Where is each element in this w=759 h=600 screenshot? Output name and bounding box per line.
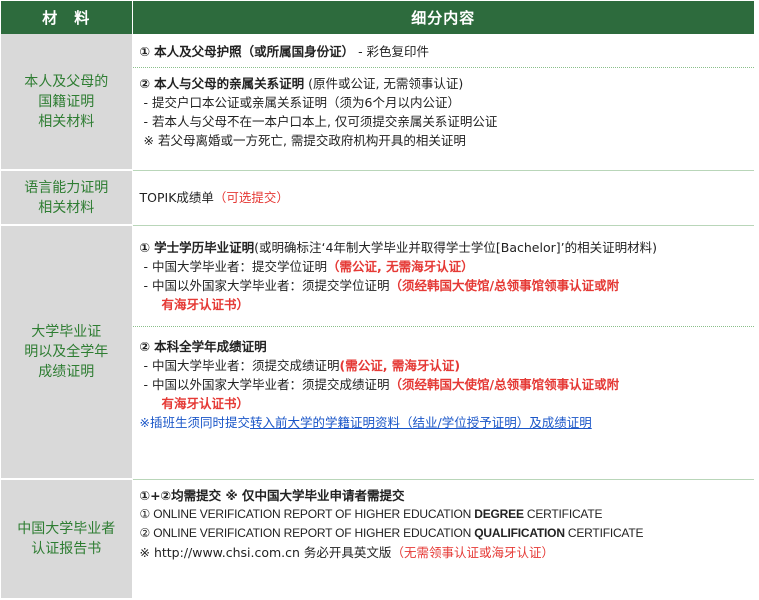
list-item: - 提交户口本公证或亲属关系证明（须为6个月以内公证） — [143, 95, 460, 110]
list-item: ② ONLINE VERIFICATION REPORT OF HIGHER E… — [139, 525, 644, 540]
transcript-item: ② 本科全学年成绩证明 — [139, 338, 267, 354]
table-header-row: 材 料 细分内容 — [1, 1, 754, 34]
materials-table: 材 料 细分内容 本人及父母的 国籍证明 相关材料 ① 本人及父母护照（或所属国… — [1, 1, 754, 598]
list-item: - 中国大学毕业者：提交学位证明（需公证, 无需海牙认证） — [143, 258, 474, 274]
content-diploma: ① 学士学历毕业证明(或明确标注‘4年制大学毕业并取得学士学位[Bachelor… — [132, 225, 754, 480]
relationship-item: ② 本人与父母的亲属关系证明 (原件或公证, 无需领事认证) — [139, 76, 464, 91]
divider — [132, 67, 754, 68]
divider — [132, 325, 754, 327]
category-nationality: 本人及父母的 国籍证明 相关材料 — [1, 34, 133, 171]
content-nationality: ① 本人及父母护照（或所属国身份证） - 彩色复印件 ② 本人与父母的亲属关系证… — [132, 34, 754, 171]
table-row: 大学毕业证 明以及全学年 成绩证明 ① 学士学历毕业证明(或明确标注‘4年制大学… — [1, 225, 754, 480]
list-item: - 中国以外国家大学毕业者：须提交成绩证明（须经韩国大使馆/总领事馆领事认证或附 — [143, 376, 620, 392]
table-row: 语言能力证明 相关材料 TOPIK成绩单（可选提交） — [1, 170, 754, 226]
category-diploma: 大学毕业证 明以及全学年 成绩证明 — [1, 225, 133, 480]
content-language: TOPIK成绩单（可选提交） — [132, 170, 754, 226]
list-item: - 中国以外国家大学毕业者：须提交学位证明（须经韩国大使馆/总领事馆领事认证或附 — [143, 277, 620, 293]
verification-title: ①+②均需提交 ※ 仅中国大学毕业申请者需提交 — [139, 487, 405, 503]
chsi-link-note: ※ http://www.chsi.com.cn 务必开具英文版（无需领事认证或… — [139, 544, 554, 560]
header-materials: 材 料 — [1, 1, 133, 34]
table-row: 本人及父母的 国籍证明 相关材料 ① 本人及父母护照（或所属国身份证） - 彩色… — [1, 34, 754, 171]
list-item: - 若本人与父母不在一本户口本上, 仅可须提交亲属关系证明公证 — [143, 114, 498, 129]
list-item: - 中国大学毕业者：须提交成绩证明(需公证, 需海牙认证) — [143, 357, 461, 373]
header-details: 细分内容 — [132, 1, 754, 34]
category-verification: 中国大学毕业者 认证报告书 — [1, 479, 133, 598]
category-language: 语言能力证明 相关材料 — [1, 170, 133, 226]
transfer-remark: ※插班生须同时提交转入前大学的学籍证明资料（结业/学位授予证明）及成绩证明 — [139, 414, 592, 430]
list-item: ① ONLINE VERIFICATION REPORT OF HIGHER E… — [139, 506, 603, 521]
passport-item: ① 本人及父母护照（或所属国身份证） - 彩色复印件 — [139, 44, 430, 59]
table-row: 中国大学毕业者 认证报告书 ①+②均需提交 ※ 仅中国大学毕业申请者需提交 ① … — [1, 479, 754, 598]
degree-item: ① 学士学历毕业证明(或明确标注‘4年制大学毕业并取得学士学位[Bachelor… — [139, 239, 657, 255]
remark: ※ 若父母离婚或一方死亡, 需提交政府机构开具的相关证明 — [143, 133, 466, 148]
content-verification: ①+②均需提交 ※ 仅中国大学毕业申请者需提交 ① ONLINE VERIFIC… — [132, 479, 754, 598]
